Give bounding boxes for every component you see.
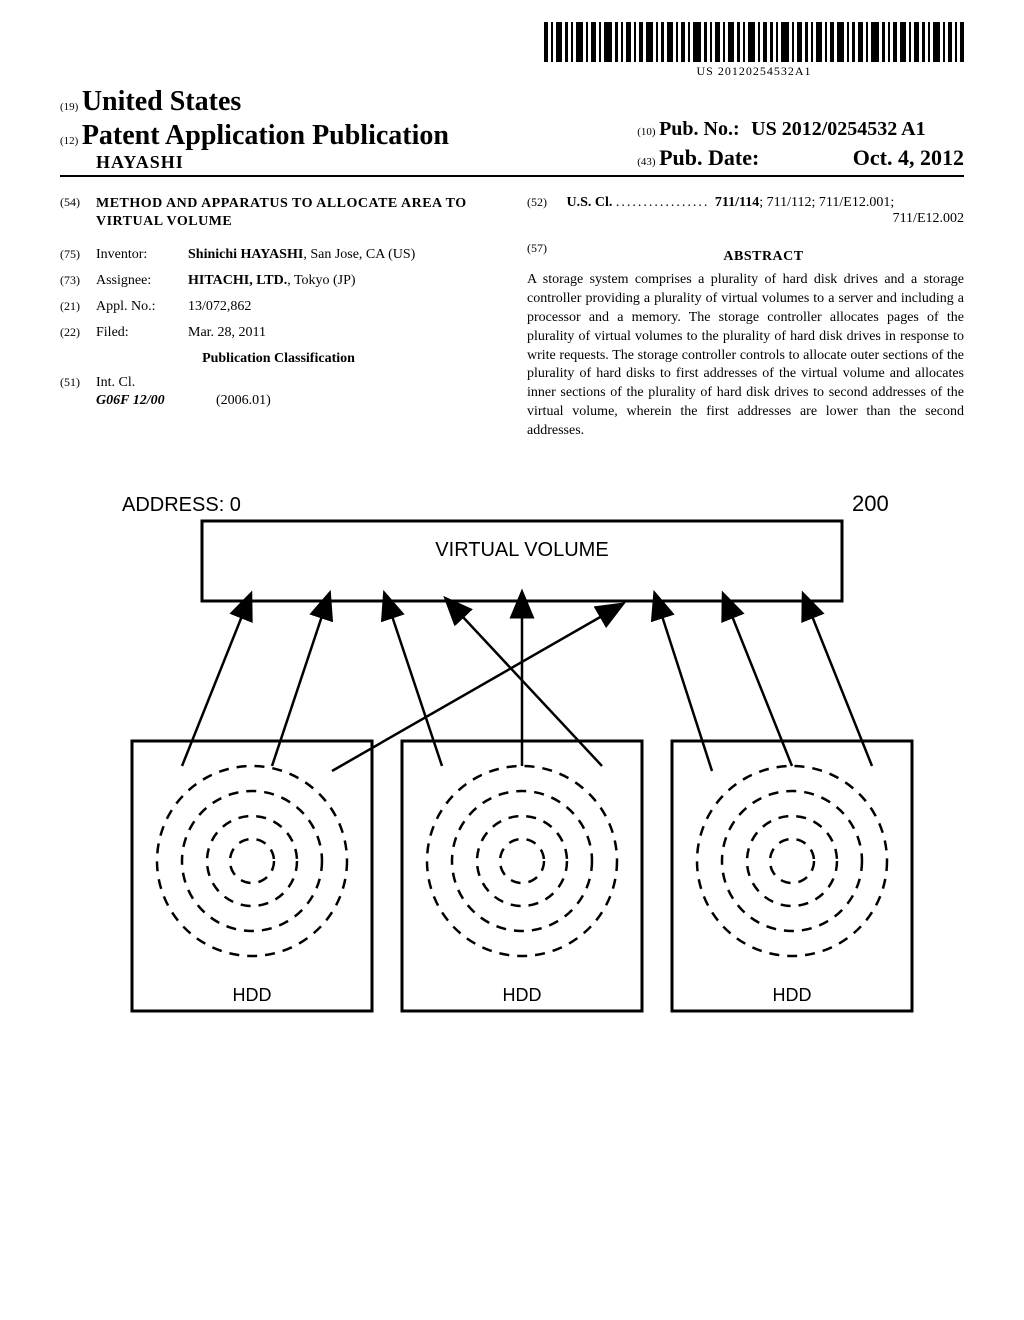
abstract-text: A storage system comprises a plurality o…: [527, 271, 964, 441]
hdd-label-2: HDD: [503, 985, 542, 1005]
inventor-rest: , San Jose, CA (US): [303, 247, 415, 262]
intcl-label: Int. Cl.: [96, 375, 135, 391]
barcode-icon: [544, 22, 964, 62]
pubno-code: (10): [637, 126, 655, 138]
figure-svg: ADDRESS: 0 200 VIRTUAL VOLUME HDD: [60, 481, 964, 1021]
hdd-label-1: HDD: [233, 985, 272, 1005]
inventor-value: Shinichi HAYASHI, San Jose, CA (US): [188, 247, 497, 263]
inventor-label: Inventor:: [96, 247, 188, 263]
hdd-label-3: HDD: [773, 985, 812, 1005]
uscl-values: 711/114; 711/112; 711/E12.001;: [715, 195, 894, 210]
uscl-code: (52): [527, 195, 563, 210]
doc-type: Patent Application Publication: [82, 120, 449, 151]
abstract-heading: ABSTRACT: [563, 249, 964, 265]
mapping-arrows: [182, 616, 872, 771]
pubdate-label: Pub. Date:: [659, 145, 759, 170]
applno-label: Appl. No.:: [96, 299, 188, 315]
assignee-value: HITACHI, LTD., Tokyo (JP): [188, 273, 497, 289]
intcl-date: (2006.01): [216, 393, 271, 409]
assignee-code: (73): [60, 273, 96, 289]
applno-code: (21): [60, 299, 96, 315]
filed-label: Filed:: [96, 325, 188, 341]
uscl-label: U.S. Cl.: [567, 195, 613, 210]
pubdate-code: (43): [637, 156, 655, 168]
hdd-2: HDD: [402, 741, 642, 1011]
pub-class-heading: Publication Classification: [60, 351, 497, 367]
uscl-line2: 711/E12.002: [527, 211, 964, 227]
barcode-text: US 20120254532A1: [544, 64, 964, 79]
patent-page: US 20120254532A1 (19) United States (12)…: [0, 0, 1024, 1320]
inventor-name: Shinichi HAYASHI: [188, 247, 303, 262]
hdd-3: HDD: [672, 741, 912, 1011]
assignee-name: HITACHI, LTD.: [188, 273, 287, 288]
hdd-1: HDD: [132, 741, 372, 1011]
pubdate-value: Oct. 4, 2012: [853, 145, 964, 170]
virtual-volume-box: [202, 521, 842, 601]
ref-num: 200: [852, 491, 889, 516]
header-left: (19) United States (12) Patent Applicati…: [60, 86, 449, 173]
applno-value: 13/072,862: [188, 299, 497, 315]
intcl-class: G06F 12/00: [96, 393, 216, 409]
pubno-label: Pub. No.:: [659, 118, 740, 140]
left-column: (54) METHOD AND APPARATUS TO ALLOCATE AR…: [60, 195, 497, 441]
right-column: (52) U.S. Cl. ................. 711/114;…: [527, 195, 964, 441]
title-code: (54): [60, 195, 96, 231]
figure-area: ADDRESS: 0 200 VIRTUAL VOLUME HDD: [60, 481, 964, 1021]
uscl-dots: .................: [616, 195, 715, 210]
inventor-code: (75): [60, 247, 96, 263]
header-author: HAYASHI: [60, 152, 449, 173]
uscl-row: (52) U.S. Cl. ................. 711/114;…: [527, 195, 964, 211]
address-label: ADDRESS: 0: [122, 494, 241, 516]
uscl-rest1: ; 711/112; 711/E12.001;: [759, 195, 894, 210]
intcl-code: (51): [60, 375, 96, 391]
invention-title: METHOD AND APPARATUS TO ALLOCATE AREA TO…: [96, 195, 497, 231]
doc-type-code: (12): [60, 135, 78, 147]
barcode-area: US 20120254532A1: [60, 22, 964, 80]
document-header: (19) United States (12) Patent Applicati…: [60, 86, 964, 177]
header-right: (10) Pub. No.: US 2012/0254532 A1 (43) P…: [637, 118, 964, 173]
country-name: United States: [82, 86, 241, 117]
uscl-main: 711/114: [715, 195, 759, 210]
barcode: US 20120254532A1: [544, 22, 964, 79]
filed-code: (22): [60, 325, 96, 341]
filed-value: Mar. 28, 2011: [188, 325, 497, 341]
country-code: (19): [60, 101, 78, 113]
assignee-label: Assignee:: [96, 273, 188, 289]
pubno-value: US 2012/0254532 A1: [751, 118, 925, 140]
biblio-columns: (54) METHOD AND APPARATUS TO ALLOCATE AR…: [60, 195, 964, 441]
abstract-code: (57): [527, 241, 563, 271]
virtual-volume-label: VIRTUAL VOLUME: [435, 539, 608, 561]
assignee-rest: , Tokyo (JP): [287, 273, 355, 288]
